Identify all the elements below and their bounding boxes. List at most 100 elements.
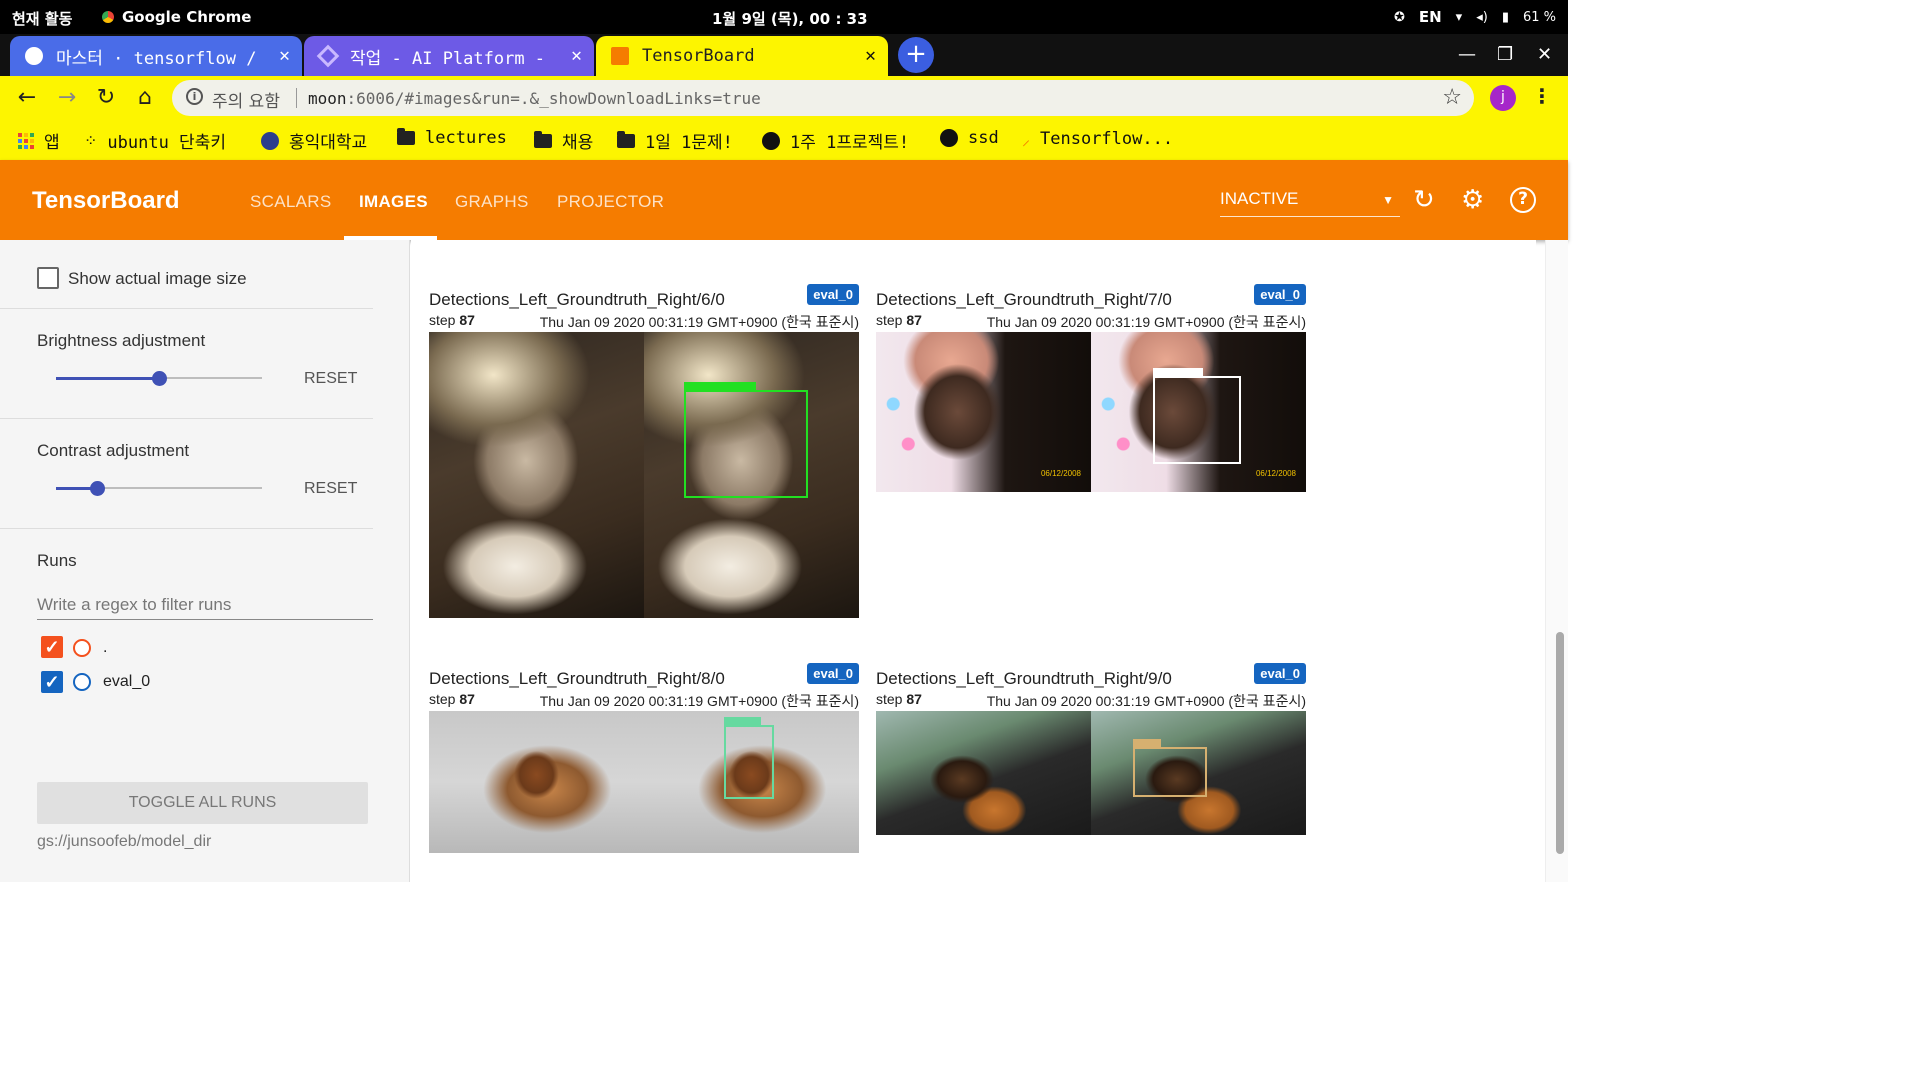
bookmark-hiring[interactable]: 채용	[534, 128, 593, 153]
clock[interactable]: 1월 9일 (목), 00 : 33	[712, 8, 868, 29]
run-checkbox-eval[interactable]: ✓	[41, 671, 63, 693]
github-icon	[940, 129, 958, 147]
timestamp: Thu Jan 09 2020 00:31:19 GMT+0900 (한국 표준…	[539, 314, 859, 330]
bookmark-daily-problem[interactable]: 1일 1문제!	[617, 128, 733, 153]
settings-gear-icon[interactable]: ⚙	[1461, 185, 1484, 215]
tab-tensorflow-github[interactable]: 마스터 · tensorflow / ✕	[10, 36, 302, 76]
tab-images[interactable]: IMAGES	[359, 192, 428, 212]
toggle-all-runs-button[interactable]: TOGGLE ALL RUNS	[37, 782, 368, 824]
run-badge: eval_0	[807, 284, 859, 305]
page-scrollbar[interactable]	[1545, 240, 1568, 882]
system-tray[interactable]: ✪ EN ▾ ◂) ▮ 61 %	[1394, 8, 1556, 26]
show-actual-size-label: Show actual image size	[68, 269, 247, 288]
app-title: TensorBoard	[32, 187, 180, 214]
info-icon[interactable]: i	[186, 88, 203, 105]
more-menu-icon[interactable]: ⋮	[1532, 84, 1552, 108]
home-icon[interactable]: ⌂	[132, 85, 158, 110]
bookmarks-bar: 앱 ⁘ ubuntu 단축키 홍익대학교 lectures 채용 1일 1문제!…	[0, 120, 1568, 160]
brightness-slider-fill	[56, 377, 159, 380]
new-tab-button[interactable]: +	[898, 37, 934, 73]
image-card: Detections_Left_Groundtruth_Right/8/0 ev…	[429, 663, 859, 869]
accessibility-icon[interactable]: ✪	[1394, 10, 1405, 25]
run-label-dot: .	[103, 639, 108, 656]
run-color-swatch[interactable]	[73, 673, 91, 691]
address-bar[interactable]: i 주의 요함 moon:6006/#images&run=.&_showDow…	[172, 80, 1474, 116]
app-menu[interactable]: Google Chrome	[102, 8, 251, 26]
summary-image[interactable]	[876, 711, 1306, 835]
close-tab-icon[interactable]: ✕	[571, 45, 582, 66]
summary-image[interactable]: 06/12/2008 06/12/2008	[876, 332, 1306, 492]
contrast-reset-button[interactable]: RESET	[304, 480, 357, 498]
tab-tensorboard[interactable]: TensorBoard ✕	[596, 36, 888, 76]
bounding-box	[1133, 739, 1207, 797]
close-tab-icon[interactable]: ✕	[279, 45, 290, 66]
timestamp: Thu Jan 09 2020 00:31:19 GMT+0900 (한국 표준…	[986, 314, 1306, 330]
summary-image[interactable]	[429, 332, 859, 618]
bounding-box	[684, 382, 808, 498]
tab-graphs[interactable]: GRAPHS	[455, 192, 529, 212]
step-label: step 87	[876, 312, 922, 328]
url-path: :6006/#images&run=.&_showDownloadLinks=t…	[346, 89, 761, 108]
bookmark-label: ubuntu 단축키	[107, 133, 226, 153]
step-text: step	[876, 691, 903, 707]
activities-button[interactable]: 현재 활동	[12, 8, 72, 29]
back-icon[interactable]: ←	[14, 85, 40, 110]
close-tab-icon[interactable]: ✕	[865, 45, 876, 66]
minimize-icon[interactable]: —	[1458, 44, 1476, 65]
run-filter-input[interactable]	[37, 590, 373, 620]
chrome-icon	[102, 11, 114, 23]
inactive-dashboards-select[interactable]: INACTIVE ▼	[1220, 189, 1400, 217]
summary-image[interactable]	[429, 711, 859, 853]
maximize-icon[interactable]: ❐	[1497, 44, 1513, 65]
folder-icon	[617, 130, 635, 148]
chevron-down-icon: ▼	[1382, 193, 1394, 207]
close-window-icon[interactable]: ✕	[1537, 44, 1552, 65]
help-icon[interactable]: ?	[1510, 187, 1536, 213]
input-language[interactable]: EN	[1419, 8, 1442, 26]
select-value: INACTIVE	[1220, 189, 1299, 208]
contrast-section: Contrast adjustment RESET	[0, 419, 373, 529]
bookmark-label: ssd	[968, 128, 999, 148]
bookmark-tensorflow[interactable]: ⸝ Tensorflow...	[1022, 128, 1173, 150]
run-color-swatch[interactable]	[73, 639, 91, 657]
tab-scalars[interactable]: SCALARS	[250, 192, 331, 212]
os-top-bar: 현재 활동 Google Chrome 1월 9일 (목), 00 : 33 ✪…	[0, 0, 1568, 34]
profile-avatar[interactable]: j	[1490, 85, 1516, 111]
contrast-slider-knob[interactable]	[90, 481, 106, 496]
refresh-icon[interactable]: ↻	[1413, 185, 1435, 215]
run-checkbox-dot[interactable]: ✓	[41, 636, 63, 658]
tab-ai-platform[interactable]: 작업 - AI Platform - ✕	[304, 36, 594, 76]
runs-title: Runs	[37, 551, 77, 570]
bookmark-label: 1주 1프로젝트!	[790, 133, 910, 153]
app-name: Google Chrome	[122, 8, 252, 26]
tab-projector[interactable]: PROJECTOR	[557, 192, 664, 212]
show-actual-size-checkbox[interactable]	[37, 267, 59, 289]
ubuntu-icon: ⁘	[84, 131, 98, 150]
bookmark-ubuntu[interactable]: ⁘ ubuntu 단축키	[84, 128, 226, 153]
bookmark-ssd[interactable]: ssd	[940, 128, 999, 148]
tab-label: 마스터 · tensorflow /	[56, 48, 257, 69]
browser-toolbar: ← → ↻ ⌂ i 주의 요함 moon:6006/#images&run=.&…	[0, 76, 1568, 120]
security-label[interactable]: 주의 요함	[212, 87, 280, 112]
url-text[interactable]: moon:6006/#images&run=.&_showDownloadLin…	[308, 89, 761, 108]
brightness-reset-button[interactable]: RESET	[304, 370, 357, 388]
bookmark-weekly-project[interactable]: 1주 1프로젝트!	[762, 128, 909, 153]
bookmark-label: 1일 1문제!	[645, 133, 733, 153]
groundtruth-image-right: 06/12/2008	[1091, 332, 1306, 492]
bookmark-hongik[interactable]: 홍익대학교	[261, 128, 367, 153]
bookmark-lectures[interactable]: lectures	[397, 128, 507, 148]
bookmark-label: lectures	[425, 128, 507, 148]
step-value: 87	[906, 312, 922, 328]
forward-icon[interactable]: →	[54, 85, 80, 110]
brightness-slider-knob[interactable]	[152, 371, 167, 386]
logdir-path: gs://junsoofeb/model_dir	[37, 833, 212, 850]
reload-icon[interactable]: ↻	[93, 85, 119, 110]
bookmark-apps[interactable]: 앱	[18, 128, 60, 153]
bookmark-star-icon[interactable]: ☆	[1442, 85, 1462, 110]
groundtruth-image-right	[644, 711, 859, 853]
scrollbar-thumb[interactable]	[1556, 632, 1564, 854]
run-label-eval: eval_0	[103, 673, 151, 690]
folder-icon	[397, 128, 415, 145]
box-label-bar	[1153, 368, 1204, 376]
images-dashboard: Detections_Left_Groundtruth_Right/6/0 ev…	[411, 240, 1536, 882]
